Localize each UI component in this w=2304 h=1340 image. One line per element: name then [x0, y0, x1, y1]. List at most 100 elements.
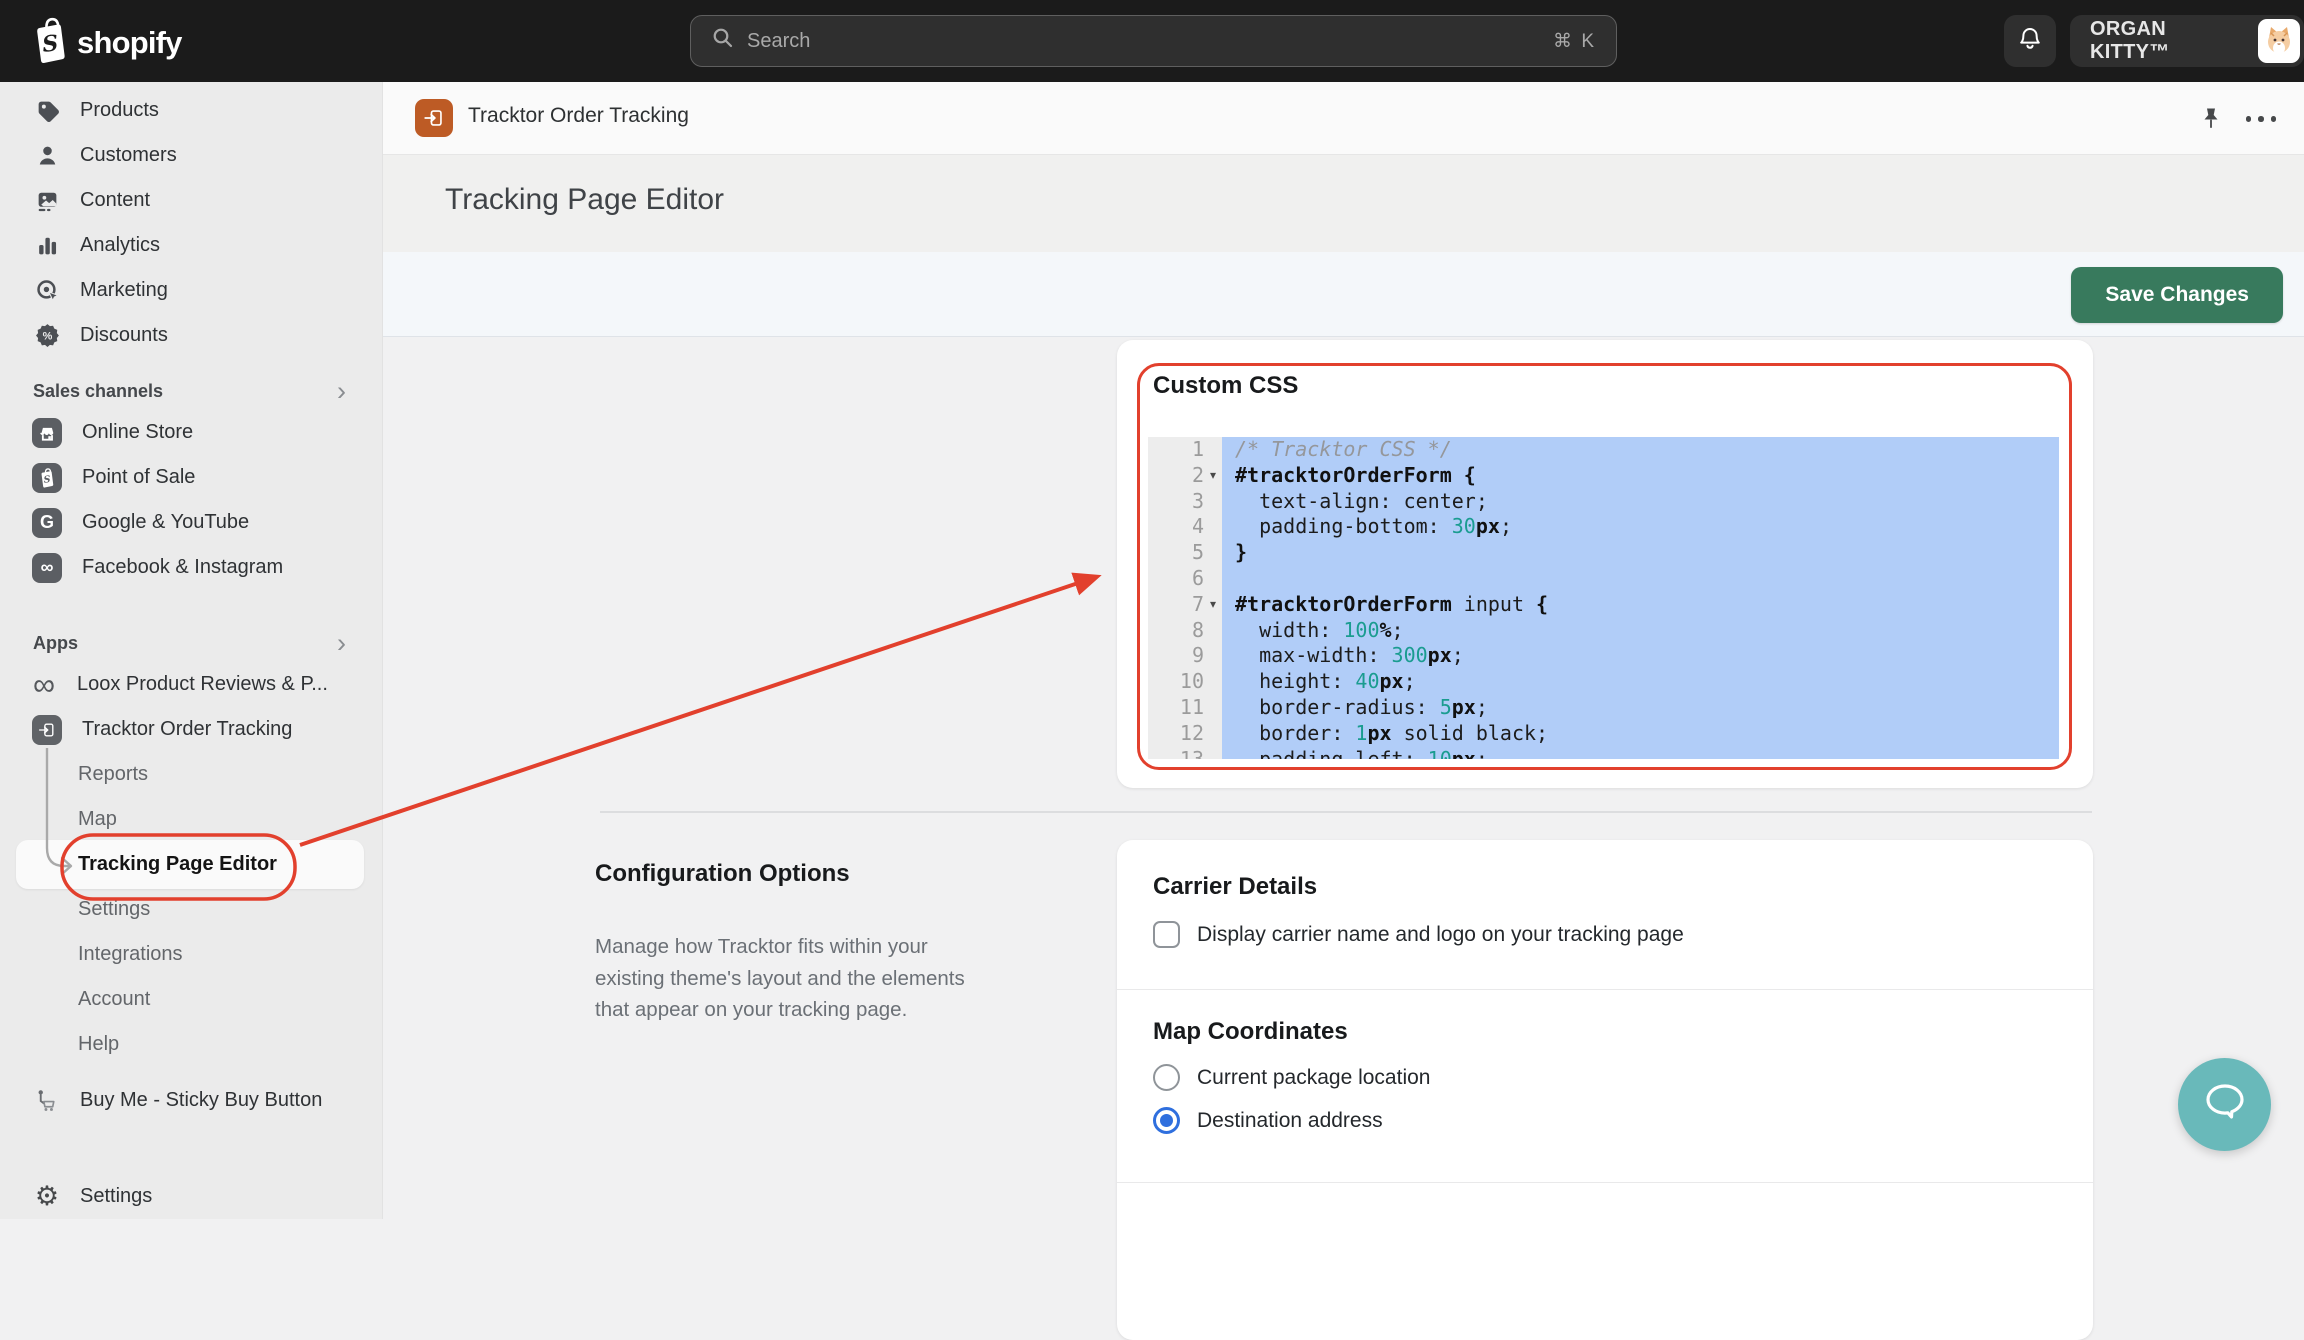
- shopify-wordmark: shopify: [77, 25, 182, 61]
- code-line: 12 border: 1px solid black;: [1148, 721, 2059, 747]
- sidebar-item-point-of-sale[interactable]: S Point of Sale: [0, 455, 382, 500]
- sidebar-item-label: Settings: [80, 1185, 152, 1208]
- svg-text:S: S: [43, 474, 51, 486]
- radio-destination-address[interactable]: [1153, 1107, 1180, 1134]
- infinity-icon: ∞: [31, 672, 57, 698]
- subitem-label: Reports: [78, 763, 148, 786]
- code-lines: 1/* Tracktor CSS */2▾#tracktorOrderForm …: [1148, 437, 2059, 759]
- apps-header[interactable]: Apps ›: [0, 624, 382, 662]
- radio-current-package-location[interactable]: [1153, 1064, 1180, 1091]
- code-token: border:: [1235, 721, 1355, 745]
- line-number: 6: [1148, 566, 1204, 592]
- sales-channels-label: Sales channels: [33, 381, 163, 402]
- sidebar-item-products[interactable]: Products: [0, 88, 382, 133]
- sidebar-item-buy-me[interactable]: Buy Me - Sticky Buy Button: [0, 1078, 382, 1123]
- help-chat-button[interactable]: [2178, 1058, 2271, 1151]
- code-token: ;: [1476, 695, 1488, 719]
- map-coordinates-title: Map Coordinates: [1153, 1018, 2057, 1046]
- code-token: #tracktorOrderForm: [1235, 463, 1452, 487]
- radio-label: Destination address: [1197, 1109, 1383, 1133]
- code-token: }: [1235, 540, 1247, 564]
- sidebar-item-facebook-instagram[interactable]: ∞ Facebook & Instagram: [0, 545, 382, 590]
- code-line: 1/* Tracktor CSS */: [1148, 437, 2059, 463]
- sidebar-item-analytics[interactable]: Analytics: [0, 223, 382, 268]
- sidebar-item-discounts[interactable]: % Discounts: [0, 313, 382, 358]
- code-token: 5: [1440, 695, 1452, 719]
- save-button[interactable]: Save Changes: [2071, 267, 2283, 323]
- code-token: ;: [1392, 618, 1404, 642]
- target-cursor-icon: [34, 278, 60, 304]
- carrier-checkbox-label: Display carrier name and logo on your tr…: [1197, 923, 1684, 947]
- code-token: 30: [1452, 514, 1476, 538]
- code-token: %: [1380, 618, 1392, 642]
- code-token: px: [1476, 514, 1500, 538]
- sidebar-item-settings[interactable]: ⚙ Settings: [0, 1173, 382, 1219]
- code-token: ;: [1452, 643, 1464, 667]
- app-name: Tracktor Order Tracking: [468, 104, 689, 128]
- code-token: padding-bottom:: [1235, 514, 1452, 538]
- subitem-label: Account: [78, 988, 150, 1011]
- code-line: 13 padding-left: 10px;: [1148, 747, 2059, 759]
- person-cart-icon: [34, 1088, 60, 1114]
- fold-arrow-icon[interactable]: ▾: [1204, 463, 1222, 489]
- avatar: [2258, 19, 2300, 63]
- sidebar-item-online-store[interactable]: Online Store: [0, 410, 382, 455]
- account-menu[interactable]: ORGAN KITTY™: [2070, 15, 2304, 67]
- line-number: 9: [1148, 643, 1204, 669]
- code-editor[interactable]: 1/* Tracktor CSS */2▾#tracktorOrderForm …: [1148, 437, 2059, 759]
- configuration-options-description: Manage how Tracktor fits within your exi…: [595, 931, 990, 1026]
- code-token: 40: [1355, 669, 1379, 693]
- code-token: 300: [1392, 643, 1428, 667]
- code-token: max-width:: [1235, 643, 1392, 667]
- code-token: px: [1452, 747, 1476, 759]
- sidebar-item-content[interactable]: Content: [0, 178, 382, 223]
- carrier-details-title: Carrier Details: [1153, 873, 2057, 901]
- carrier-details-section: Carrier Details Display carrier name and…: [1117, 840, 2093, 990]
- sidebar-item-reports[interactable]: Reports: [0, 752, 382, 797]
- page-title: Tracking Page Editor: [445, 183, 724, 217]
- tag-icon: [34, 98, 60, 124]
- sidebar-item-google-youtube[interactable]: G Google & YouTube: [0, 500, 382, 545]
- sidebar-item-tracking-page-editor[interactable]: Tracking Page Editor: [0, 842, 382, 887]
- page-header: Tracking Page Editor: [383, 155, 2304, 252]
- sidebar-item-integrations[interactable]: Integrations: [0, 932, 382, 977]
- sidebar-item-map[interactable]: Map: [0, 797, 382, 842]
- sales-channels-header[interactable]: Sales channels ›: [0, 372, 382, 410]
- pin-button[interactable]: [2195, 103, 2227, 135]
- sidebar-item-customers[interactable]: Customers: [0, 133, 382, 178]
- tracktor-app-icon: [415, 99, 453, 137]
- chat-bubble-icon: [2201, 1079, 2249, 1130]
- code-token: padding-left:: [1235, 747, 1428, 759]
- sidebar-item-tracktor-settings[interactable]: Settings: [0, 887, 382, 932]
- sidebar-item-label: Online Store: [82, 421, 193, 444]
- search-input[interactable]: Search ⌘ K: [690, 15, 1617, 67]
- carrier-checkbox[interactable]: [1153, 921, 1180, 948]
- search-icon: [711, 26, 735, 56]
- map-coordinates-section: Map Coordinates Current package location…: [1117, 990, 2093, 1183]
- fold-arrow-icon[interactable]: ▾: [1204, 592, 1222, 618]
- chevron-right-icon: ›: [337, 378, 346, 405]
- sidebar-item-help[interactable]: Help: [0, 1022, 382, 1067]
- sidebar-item-tracktor[interactable]: Tracktor Order Tracking: [0, 707, 382, 752]
- sidebar-item-label: Google & YouTube: [82, 511, 249, 534]
- sidebar-nav: Products Customers Content Analytics Mar…: [0, 82, 383, 1219]
- code-token: px: [1367, 721, 1391, 745]
- pos-icon: S: [32, 463, 62, 493]
- line-number: 3: [1148, 489, 1204, 515]
- code-line: 9 max-width: 300px;: [1148, 643, 2059, 669]
- shopify-logo[interactable]: S shopify: [30, 17, 182, 69]
- sidebar-item-label: Buy Me - Sticky Buy Button: [80, 1089, 322, 1112]
- sidebar-item-label: Tracktor Order Tracking: [82, 718, 292, 741]
- code-line: 5}: [1148, 540, 2059, 566]
- more-options-button[interactable]: [2241, 103, 2281, 135]
- code-line: 11 border-radius: 5px;: [1148, 695, 2059, 721]
- sidebar-item-marketing[interactable]: Marketing: [0, 268, 382, 313]
- top-bar: S shopify Search ⌘ K ORGAN KITTY™: [0, 0, 2304, 82]
- discount-badge-icon: %: [34, 323, 60, 349]
- code-token: {: [1452, 463, 1476, 487]
- sidebar-item-account[interactable]: Account: [0, 977, 382, 1022]
- custom-css-title: Custom CSS: [1153, 372, 1298, 400]
- notifications-button[interactable]: [2004, 15, 2056, 67]
- code-token: 10: [1428, 747, 1452, 759]
- sidebar-item-loox[interactable]: ∞ Loox Product Reviews & P...: [0, 662, 382, 707]
